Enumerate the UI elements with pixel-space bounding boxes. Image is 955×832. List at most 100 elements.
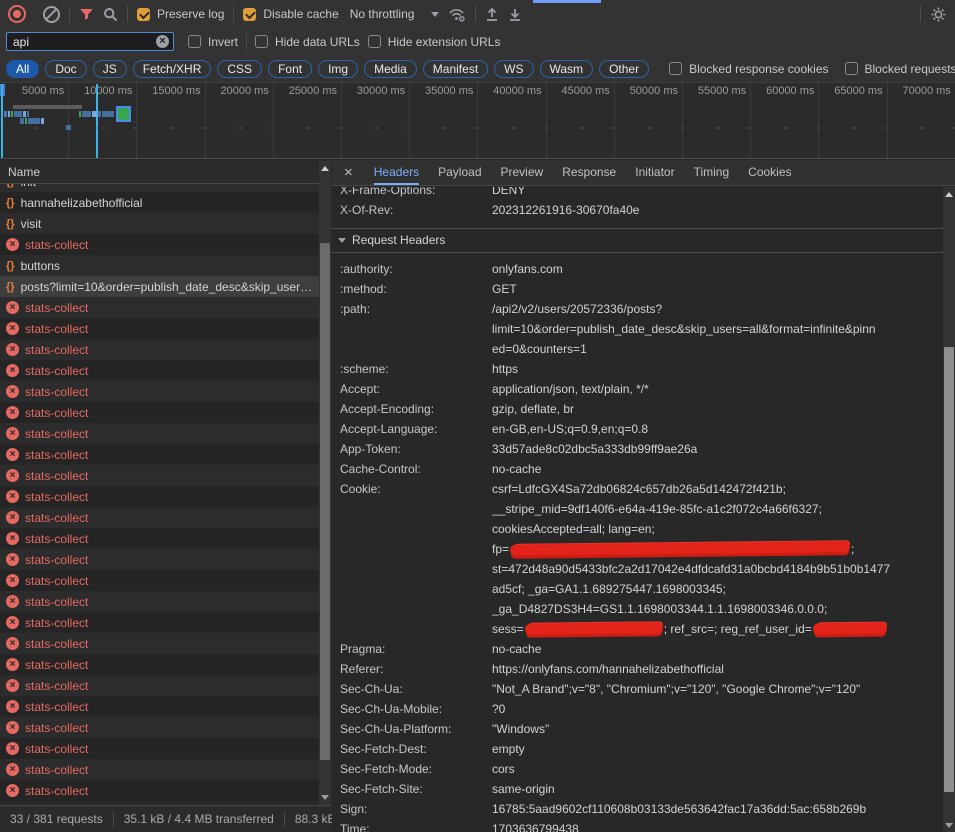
request-row[interactable]: {}init	[0, 184, 330, 192]
request-row[interactable]: ×stats-collect	[0, 654, 330, 675]
request-row[interactable]: ×stats-collect	[0, 717, 330, 738]
tab-timing[interactable]: Timing	[694, 160, 730, 185]
details-tab-bar: × Headers Payload Preview Response Initiator…	[332, 160, 955, 186]
checkbox-unchecked[interactable]	[255, 35, 268, 48]
request-row[interactable]: ×stats-collect	[0, 780, 330, 801]
request-row[interactable]: ×stats-collect	[0, 570, 330, 591]
error-icon: ×	[6, 784, 19, 797]
record-button[interactable]	[8, 5, 26, 23]
requests-count: 33 / 381 requests	[0, 812, 113, 826]
request-row[interactable]: ×stats-collect	[0, 339, 330, 360]
filter-pill-img[interactable]: Img	[318, 60, 358, 78]
filter-pill-wasm[interactable]: Wasm	[540, 60, 594, 78]
request-row[interactable]: ×stats-collect	[0, 696, 330, 717]
request-row[interactable]: ×stats-collect	[0, 465, 330, 486]
waterfall-bar	[96, 84, 98, 158]
filter-pill-fetch-xhr[interactable]: Fetch/XHR	[133, 60, 212, 78]
scroll-up-icon[interactable]	[945, 192, 953, 197]
request-row[interactable]: {}buttons	[0, 255, 330, 276]
filter-pill-media[interactable]: Media	[364, 60, 417, 78]
search-icon[interactable]	[103, 7, 118, 22]
tab-preview[interactable]: Preview	[501, 160, 544, 185]
request-row[interactable]: ×stats-collect	[0, 402, 330, 423]
checkbox-checked[interactable]	[243, 8, 256, 21]
request-name: posts?limit=10&order=publish_date_desc&s…	[21, 280, 330, 294]
request-row[interactable]: ×stats-collect	[0, 234, 330, 255]
tab-initiator[interactable]: Initiator	[635, 160, 674, 185]
settings-gear-icon[interactable]	[930, 6, 947, 23]
filter-pill-all[interactable]: All	[6, 60, 39, 78]
filter-pill-doc[interactable]: Doc	[45, 60, 86, 78]
filter-pill-ws[interactable]: WS	[494, 60, 533, 78]
header-key: Sec-Fetch-Site:	[332, 779, 492, 799]
checkbox-unchecked[interactable]	[188, 35, 201, 48]
import-har-icon[interactable]	[485, 7, 499, 22]
request-row[interactable]: ×stats-collect	[0, 507, 330, 528]
filter-icon[interactable]	[79, 7, 94, 21]
filter-input[interactable]: api ×	[6, 32, 174, 51]
request-row[interactable]: ×stats-collect	[0, 486, 330, 507]
request-headers-section[interactable]: Request Headers	[332, 228, 943, 253]
request-row[interactable]: ×stats-collect	[0, 549, 330, 570]
request-row[interactable]: ×stats-collect	[0, 381, 330, 402]
request-row[interactable]: ×stats-collect	[0, 633, 330, 654]
request-row[interactable]: ×stats-collect	[0, 423, 330, 444]
checkbox-unchecked[interactable]	[845, 62, 858, 75]
hide-extension-urls-checkbox[interactable]: Hide extension URLs	[368, 35, 501, 49]
filter-pill-js[interactable]: JS	[93, 60, 127, 78]
preserve-log-checkbox[interactable]: Preserve log	[137, 7, 224, 21]
header-row: Time:1703636799438	[332, 819, 943, 832]
request-row[interactable]: {}visit	[0, 213, 330, 234]
waterfall-bar	[41, 118, 44, 124]
header-row: Sec-Ch-Ua-Mobile:?0	[332, 699, 943, 719]
tab-response[interactable]: Response	[562, 160, 616, 185]
hide-data-urls-checkbox[interactable]: Hide data URLs	[255, 35, 360, 49]
scroll-up-icon[interactable]	[321, 166, 329, 171]
filter-pill-css[interactable]: CSS	[217, 60, 262, 78]
clear-button[interactable]	[43, 6, 60, 23]
invert-checkbox[interactable]: Invert	[188, 35, 238, 49]
waterfall-bar	[13, 105, 82, 109]
request-row[interactable]: ×stats-collect	[0, 444, 330, 465]
request-row[interactable]: ×stats-collect	[0, 759, 330, 780]
request-row[interactable]: {}hannahelizabethofficial	[0, 192, 330, 213]
throttling-dropdown[interactable]: No throttling	[350, 7, 440, 21]
request-row[interactable]: ×stats-collect	[0, 318, 330, 339]
disable-cache-checkbox[interactable]: Disable cache	[243, 7, 338, 21]
checkbox-unchecked[interactable]	[669, 62, 682, 75]
request-row[interactable]: ×stats-collect	[0, 675, 330, 696]
filter-pill-font[interactable]: Font	[268, 60, 312, 78]
filter-pill-other[interactable]: Other	[599, 60, 649, 78]
request-row[interactable]: ×stats-collect	[0, 612, 330, 633]
checkbox-checked[interactable]	[137, 8, 150, 21]
close-icon[interactable]: ×	[344, 164, 353, 181]
tab-cookies[interactable]: Cookies	[748, 160, 791, 185]
name-column-header[interactable]: Name	[0, 160, 330, 184]
request-row[interactable]: ×stats-collect	[0, 591, 330, 612]
scrollbar-thumb[interactable]	[320, 243, 330, 760]
network-conditions-icon[interactable]	[448, 7, 466, 22]
request-row[interactable]: {}posts?limit=10&order=publish_date_desc…	[0, 276, 330, 297]
network-overview-timeline[interactable]: 5000 ms10000 ms15000 ms20000 ms25000 ms3…	[0, 83, 955, 159]
filter-pill-manifest[interactable]: Manifest	[423, 60, 488, 78]
tab-payload[interactable]: Payload	[438, 160, 481, 185]
filter-input-value: api	[13, 35, 156, 49]
clear-filter-icon[interactable]: ×	[156, 35, 169, 48]
blocked-response-cookies-checkbox[interactable]: Blocked response cookies	[669, 62, 828, 76]
blocked-requests-checkbox[interactable]: Blocked requests	[845, 62, 955, 76]
error-icon: ×	[6, 763, 19, 776]
tab-headers[interactable]: Headers	[374, 160, 419, 185]
request-row[interactable]: ×stats-collect	[0, 297, 330, 318]
details-scrollbar[interactable]	[943, 187, 955, 832]
checkbox-unchecked[interactable]	[368, 35, 381, 48]
scroll-down-icon[interactable]	[321, 795, 329, 800]
request-row[interactable]: ×stats-collect	[0, 360, 330, 381]
scroll-down-icon[interactable]	[945, 823, 953, 828]
export-har-icon[interactable]	[508, 7, 522, 22]
redaction-scribble	[813, 623, 887, 635]
request-row[interactable]: ×stats-collect	[0, 738, 330, 759]
tick-mark	[815, 127, 820, 129]
requests-scrollbar[interactable]	[319, 161, 331, 805]
scrollbar-thumb[interactable]	[944, 347, 954, 792]
request-row[interactable]: ×stats-collect	[0, 528, 330, 549]
